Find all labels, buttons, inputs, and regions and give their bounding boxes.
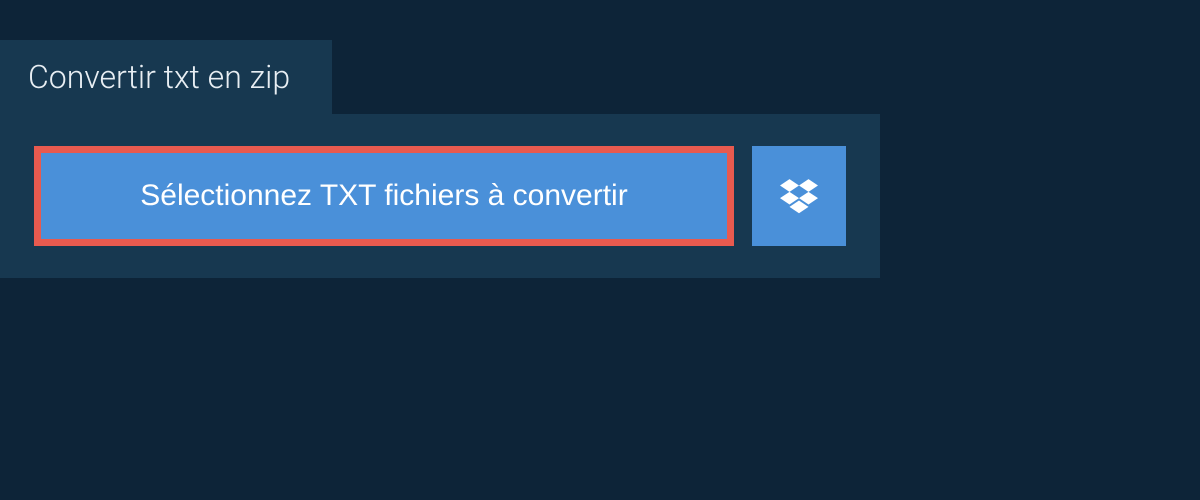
tab-convert[interactable]: Convertir txt en zip [0, 40, 332, 114]
upload-panel: Sélectionnez TXT fichiers à convertir [0, 114, 880, 278]
select-files-label: Sélectionnez TXT fichiers à convertir [140, 179, 627, 213]
select-files-button[interactable]: Sélectionnez TXT fichiers à convertir [34, 146, 734, 246]
tab-label: Convertir txt en zip [28, 58, 290, 96]
button-row: Sélectionnez TXT fichiers à convertir [34, 146, 846, 246]
dropbox-icon [780, 176, 818, 217]
dropbox-button[interactable] [752, 146, 846, 246]
